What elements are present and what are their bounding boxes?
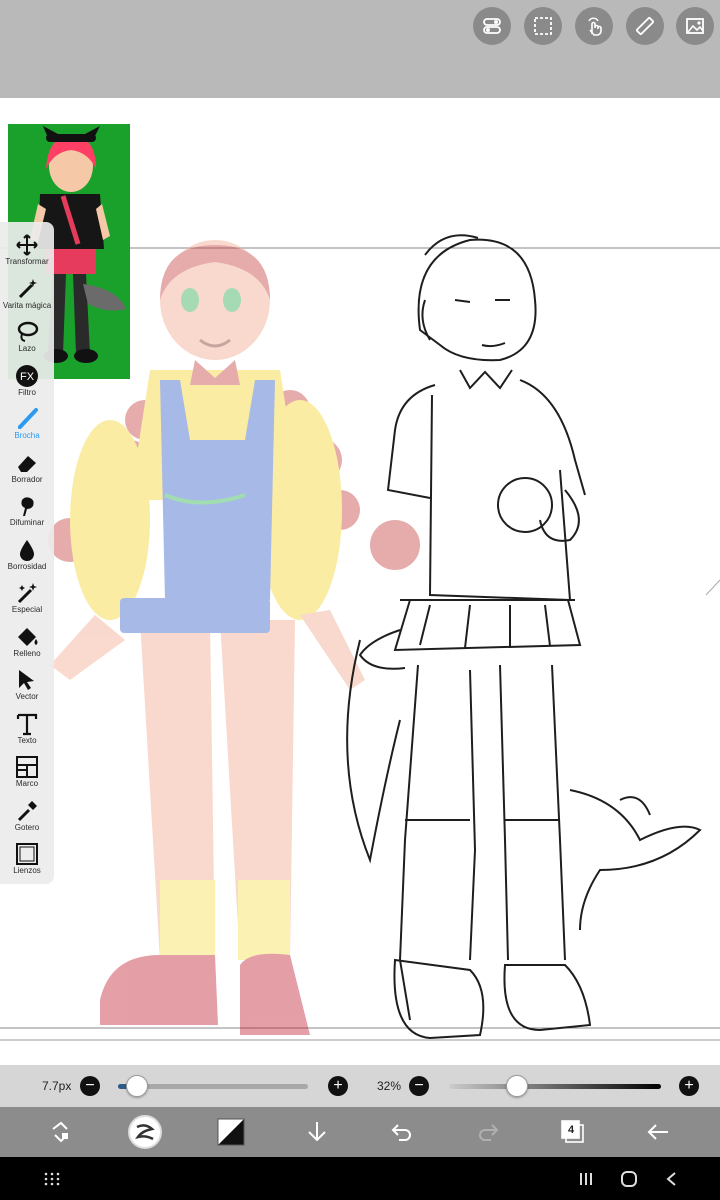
tool-texto[interactable]: Texto xyxy=(0,709,54,752)
lasso-icon xyxy=(14,320,40,344)
tool-gotero[interactable]: Gotero xyxy=(0,796,54,839)
tool-label: Marco xyxy=(15,779,39,788)
fx-icon: FX xyxy=(14,364,40,388)
eyedropper-icon xyxy=(14,799,40,823)
ruler-icon[interactable] xyxy=(626,7,664,45)
move-icon xyxy=(14,233,40,257)
tool-borrador[interactable]: Borrador xyxy=(0,448,54,491)
opacity-value: 32% xyxy=(377,1079,402,1093)
undo-icon[interactable] xyxy=(387,1117,417,1147)
tool-especial[interactable]: Especial xyxy=(0,578,54,621)
frame-icon xyxy=(14,755,40,779)
eraser-icon xyxy=(14,451,40,475)
opacity-knob[interactable] xyxy=(505,1075,528,1097)
home-icon[interactable] xyxy=(617,1167,641,1191)
tool-lienzos[interactable]: Lienzos xyxy=(0,839,54,882)
tool-vector[interactable]: Vector xyxy=(0,665,54,708)
tool-label: Brocha xyxy=(14,431,40,440)
tool-label: Vector xyxy=(15,692,39,701)
swap-icon[interactable] xyxy=(45,1117,75,1147)
system-nav-bar xyxy=(0,1157,720,1200)
tool-transformar[interactable]: Transformar xyxy=(0,230,54,273)
brush-size-decrease-button[interactable]: − xyxy=(80,1076,100,1096)
smudge-icon xyxy=(14,494,40,518)
special-icon xyxy=(14,581,40,605)
brush-preview-icon[interactable] xyxy=(128,1115,162,1149)
tool-label: Gotero xyxy=(14,822,40,832)
apps-grid-icon[interactable] xyxy=(40,1167,64,1191)
bottom-toolbar: 4 xyxy=(0,1107,720,1157)
tool-label: Borrador xyxy=(11,474,43,484)
recents-icon[interactable] xyxy=(574,1167,598,1191)
nav-back-icon[interactable] xyxy=(660,1167,684,1191)
tool-relleno[interactable]: Relleno xyxy=(0,622,54,665)
tool-panel: Transformar Varita mágica Lazo FX Filtro Broc… xyxy=(0,222,54,884)
tool-label: Difuminar xyxy=(9,518,45,527)
layers-icon[interactable]: 4 xyxy=(558,1117,588,1147)
opacity-track[interactable] xyxy=(449,1084,661,1089)
opacity-increase-button[interactable]: + xyxy=(679,1076,699,1096)
tool-varita-mágica[interactable]: Varita mágica xyxy=(0,274,54,317)
vector-icon xyxy=(14,668,40,692)
svg-text:FX: FX xyxy=(20,371,35,383)
canvas-icon xyxy=(14,842,40,866)
tool-label: Relleno xyxy=(13,648,41,658)
brush-size-value: 7.7px xyxy=(42,1079,72,1093)
text-icon xyxy=(14,712,40,736)
blur-icon xyxy=(14,538,40,562)
slider-bar: 7.7px − + 32% − + xyxy=(0,1065,720,1107)
brush-size-increase-button[interactable]: + xyxy=(328,1076,348,1096)
tool-label: Lienzos xyxy=(13,866,41,875)
tool-label: Lazo xyxy=(18,344,36,353)
tool-brocha[interactable]: Brocha xyxy=(0,404,54,447)
image-icon[interactable] xyxy=(676,7,714,45)
tool-label: Especial xyxy=(11,605,43,614)
tool-filtro[interactable]: FX Filtro xyxy=(0,361,54,404)
layer-count: 4 xyxy=(567,1124,575,1136)
toggle-icon[interactable] xyxy=(473,7,511,45)
color-swatch-icon[interactable] xyxy=(216,1117,246,1147)
tool-label: Texto xyxy=(17,735,37,745)
download-icon[interactable] xyxy=(302,1117,332,1147)
tool-label: Transformar xyxy=(5,257,49,266)
magic-wand-icon xyxy=(14,277,40,301)
brush-icon xyxy=(14,407,40,431)
brush-size-knob[interactable] xyxy=(126,1075,148,1097)
tool-label: Filtro xyxy=(18,387,36,397)
selection-icon[interactable] xyxy=(524,7,562,45)
opacity-decrease-button[interactable]: − xyxy=(409,1076,429,1096)
touch-icon[interactable] xyxy=(575,7,613,45)
fill-icon xyxy=(14,625,40,649)
sketch-character xyxy=(346,234,702,1040)
back-icon[interactable] xyxy=(643,1117,673,1147)
tool-marco[interactable]: Marco xyxy=(0,752,54,795)
tool-label: Varita mágica xyxy=(2,300,52,310)
top-toolbar xyxy=(0,0,720,98)
tool-lazo[interactable]: Lazo xyxy=(0,317,54,360)
redo-icon[interactable] xyxy=(473,1117,503,1147)
tool-borrosidad[interactable]: Borrosidad xyxy=(0,535,54,578)
tool-label: Borrosidad xyxy=(7,561,47,571)
tool-difuminar[interactable]: Difuminar xyxy=(0,491,54,534)
